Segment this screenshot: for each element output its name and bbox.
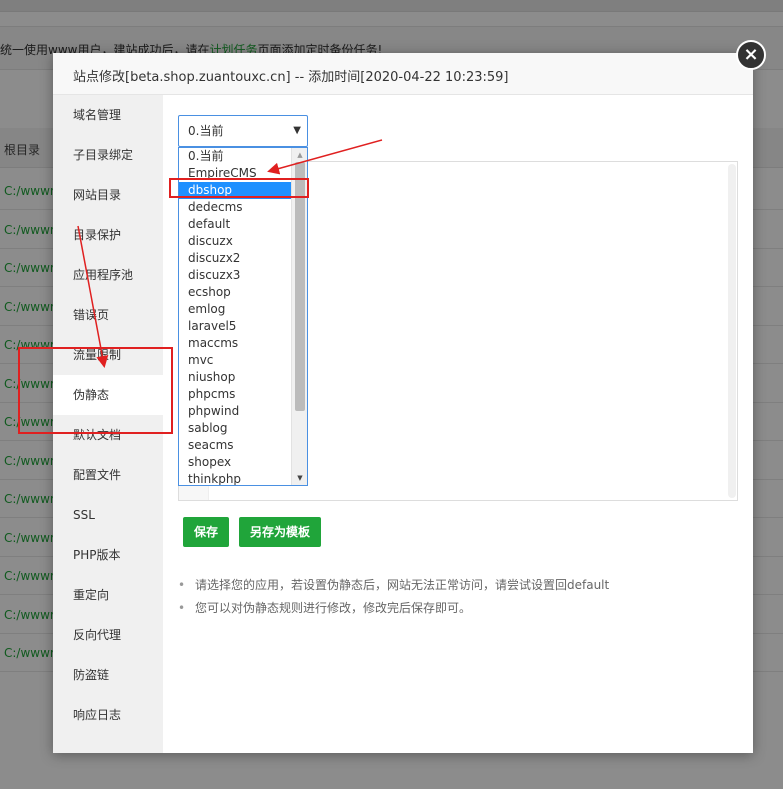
dropdown-option[interactable]: discuzx2: [179, 250, 291, 267]
tip-item: 您可以对伪静态规则进行修改，修改完后保存即可。: [178, 600, 738, 623]
chevron-down-icon: ▼: [293, 125, 301, 136]
editor-scrollbar[interactable]: [728, 164, 736, 498]
sidebar-item-0[interactable]: 域名管理: [53, 95, 163, 135]
dropdown-option[interactable]: laravel5: [179, 318, 291, 335]
dropdown-option[interactable]: thinkphp: [179, 471, 291, 485]
dropdown-option[interactable]: EmpireCMS: [179, 165, 291, 182]
dropdown-option[interactable]: mvc: [179, 352, 291, 369]
sidebar-item-7[interactable]: 伪静态: [53, 375, 163, 415]
dropdown-option[interactable]: phpwind: [179, 403, 291, 420]
rewrite-panel: 0.当前 ▼ thinkphp shopex seacms sablog phpwind…: [163, 95, 753, 753]
dropdown-option[interactable]: ecshop: [179, 284, 291, 301]
dropdown-option[interactable]: niushop: [179, 369, 291, 386]
rewrite-template-select[interactable]: 0.当前 ▼: [178, 115, 308, 147]
sidebar-item-2[interactable]: 网站目录: [53, 175, 163, 215]
sidebar-item-9[interactable]: 配置文件: [53, 455, 163, 495]
modal-header: 站点修改[beta.shop.zuantouxc.cn] -- 添加时间[202…: [53, 53, 753, 95]
dropdown-option[interactable]: sablog: [179, 420, 291, 437]
rewrite-tips: 请选择您的应用，若设置伪静态后，网站无法正常访问，请尝试设置回default 您…: [178, 577, 738, 623]
sidebar-item-14[interactable]: 防盗链: [53, 655, 163, 695]
sidebar-item-13[interactable]: 反向代理: [53, 615, 163, 655]
dropdown-option[interactable]: shopex: [179, 454, 291, 471]
save-as-template-button[interactable]: 另存为模板: [239, 517, 322, 547]
dropdown-option[interactable]: dbshop: [179, 182, 291, 199]
tip-item: 请选择您的应用，若设置伪静态后，网站无法正常访问，请尝试设置回default: [178, 577, 738, 600]
rewrite-template-select-value: 0.当前: [188, 124, 224, 138]
sidebar-item-1[interactable]: 子目录绑定: [53, 135, 163, 175]
dropdown-option[interactable]: seacms: [179, 437, 291, 454]
scroll-down-arrow-icon[interactable]: ▼: [292, 471, 307, 485]
dropdown-option[interactable]: default: [179, 216, 291, 233]
dropdown-scrollbar[interactable]: ▲ ▼: [291, 148, 307, 485]
dropdown-option[interactable]: emlog: [179, 301, 291, 318]
sidebar-item-15[interactable]: 响应日志: [53, 695, 163, 735]
modal-title: 站点修改[beta.shop.zuantouxc.cn] -- 添加时间[202…: [73, 70, 509, 85]
sidebar-item-10[interactable]: SSL: [53, 495, 163, 535]
sidebar-item-6[interactable]: 流量限制: [53, 335, 163, 375]
dropdown-option[interactable]: discuzx: [179, 233, 291, 250]
sidebar-item-11[interactable]: PHP版本: [53, 535, 163, 575]
scroll-up-arrow-icon[interactable]: ▲: [292, 148, 307, 162]
save-button[interactable]: 保存: [183, 517, 230, 547]
sidebar-item-5[interactable]: 错误页: [53, 295, 163, 335]
dropdown-option[interactable]: maccms: [179, 335, 291, 352]
settings-sidebar: 域名管理 子目录绑定 网站目录 目录保护 应用程序池 错误页 流量限制 伪静态 默认文档 配置文件…: [53, 95, 163, 753]
sidebar-item-4[interactable]: 应用程序池: [53, 255, 163, 295]
site-settings-modal: 站点修改[beta.shop.zuantouxc.cn] -- 添加时间[202…: [53, 53, 753, 753]
rewrite-template-dropdown[interactable]: thinkphp shopex seacms sablog phpwind phpcms n…: [178, 147, 308, 486]
dropdown-option[interactable]: phpcms: [179, 386, 291, 403]
dropdown-scroll-thumb[interactable]: [295, 162, 305, 411]
dropdown-option[interactable]: dedecms: [179, 199, 291, 216]
sidebar-item-3[interactable]: 目录保护: [53, 215, 163, 255]
close-icon[interactable]: ×: [736, 40, 766, 70]
sidebar-item-12[interactable]: 重定向: [53, 575, 163, 615]
dropdown-option[interactable]: 0.当前: [179, 148, 291, 165]
dropdown-option[interactable]: discuzx3: [179, 267, 291, 284]
sidebar-item-8[interactable]: 默认文档: [53, 415, 163, 455]
